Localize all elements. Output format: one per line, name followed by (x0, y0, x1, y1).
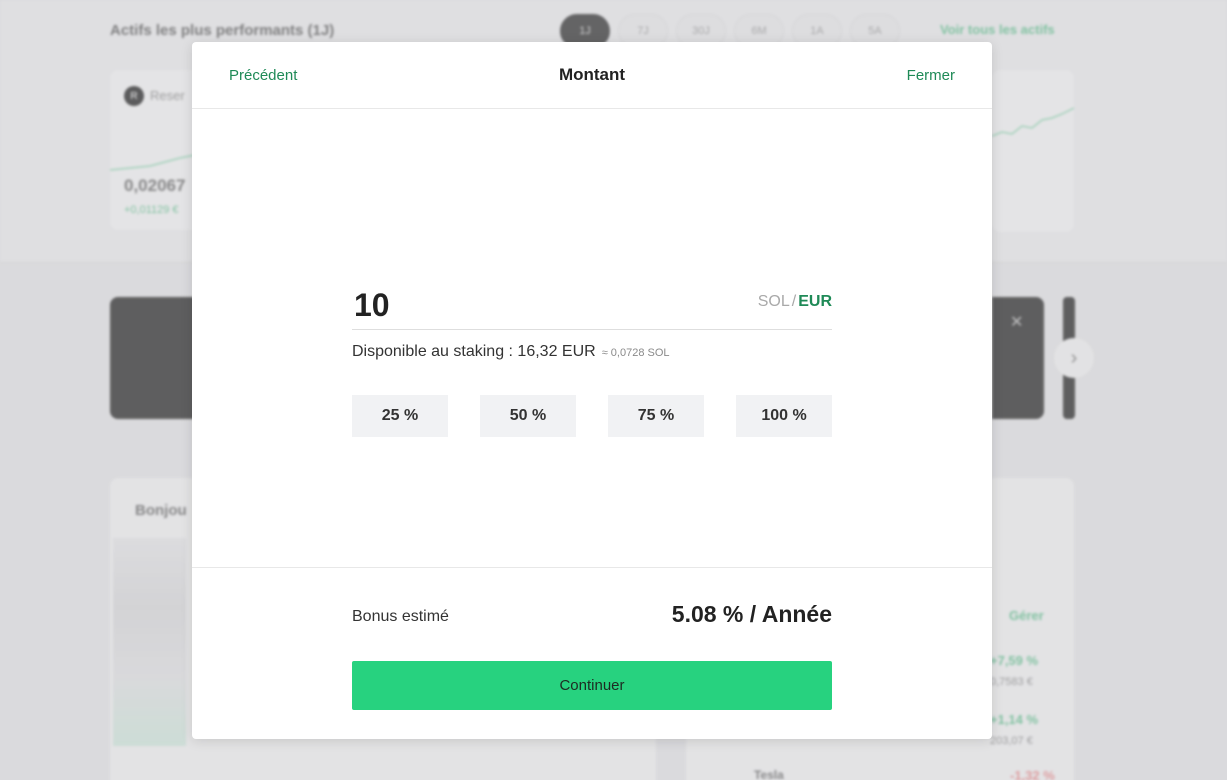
unit-sol-option[interactable]: SOL (758, 293, 790, 310)
percent-buttons: 25 % 50 % 75 % 100 % (352, 395, 832, 437)
continue-button[interactable]: Continuer (352, 661, 832, 710)
amount-modal: Précédent Montant Fermer SOL/EUR Disponi… (192, 42, 992, 739)
unit-eur-option[interactable]: EUR (798, 293, 832, 310)
modal-title: Montant (558, 65, 626, 84)
percent-25-button[interactable]: 25 % (352, 395, 448, 437)
percent-50-button[interactable]: 50 % (480, 395, 576, 437)
modal-header: Précédent Montant Fermer (192, 42, 992, 109)
bonus-value: 5.08 % / Année (671, 601, 832, 627)
modal-footer: Bonus estimé 5.08 % / Année Continuer (192, 567, 992, 739)
available-balance: Disponible au staking : 16,32 EUR ≈ 0,072… (352, 343, 670, 361)
percent-75-button[interactable]: 75 % (608, 395, 704, 437)
bonus-label: Bonus estimé (352, 608, 449, 625)
available-approx: ≈ 0,0728 SOL (601, 347, 670, 359)
percent-100-button[interactable]: 100 % (736, 395, 832, 437)
available-text: Disponible au staking : 16,32 EUR (352, 343, 596, 360)
unit-separator: / (791, 293, 797, 310)
currency-toggle: SOL / EUR (758, 293, 832, 311)
close-button[interactable]: Fermer (907, 67, 955, 84)
amount-field-row: SOL/EUR (352, 285, 832, 330)
amount-input[interactable] (352, 285, 712, 325)
